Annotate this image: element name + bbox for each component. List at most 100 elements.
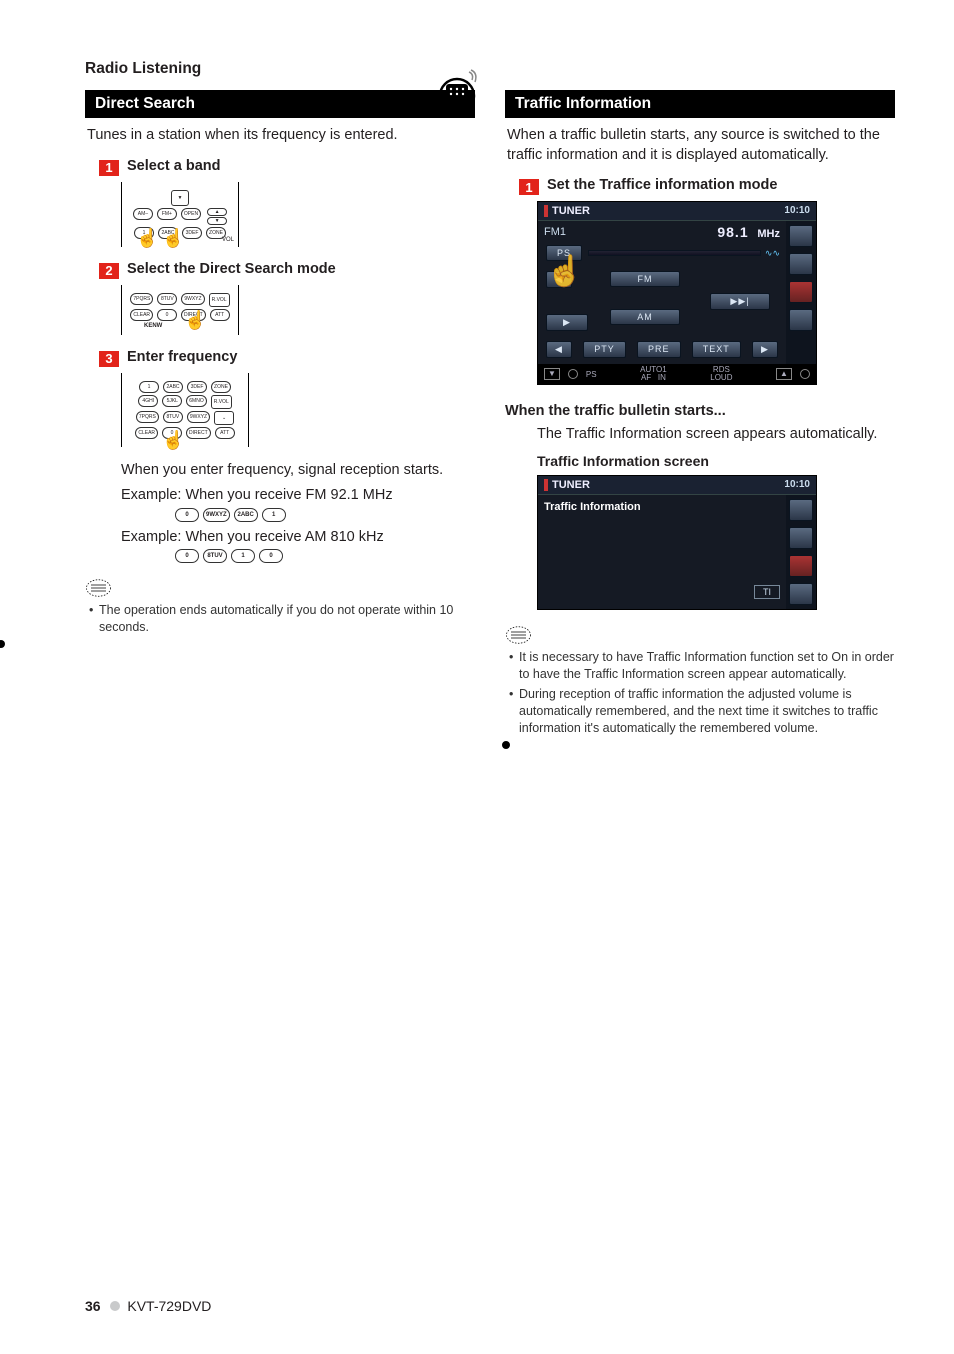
when-text: The Traffic Information screen appears a… <box>537 425 895 445</box>
seek-fwd-button[interactable]: ▶▶| <box>710 293 770 310</box>
scan-indicator: ∿∿ <box>765 248 780 259</box>
key-8[interactable]: 8TUV <box>163 411 183 423</box>
key-6[interactable]: 6MNO <box>186 395 206 407</box>
key-7[interactable]: 7PQRS <box>130 293 153 305</box>
page-prev-button[interactable]: ◀ <box>546 341 572 358</box>
key-0[interactable]: 0 <box>157 309 177 321</box>
left-column: Direct Search AUD Tunes in a station whe… <box>85 90 475 749</box>
ps-button[interactable]: PS <box>546 245 582 261</box>
step2-title: Select the Direct Search mode <box>127 261 336 277</box>
fm-button[interactable]: FM+ <box>157 208 177 220</box>
key-4[interactable]: 4GHI <box>138 395 158 407</box>
key-3[interactable]: 3DEF <box>182 227 202 239</box>
note-icon-r <box>505 624 895 649</box>
am-mode-button[interactable]: AM <box>610 309 680 325</box>
step-r1-title: Set the Traffice information mode <box>547 177 777 193</box>
step3-title: Enter frequency <box>127 349 237 365</box>
key-8[interactable]: 8TUV <box>157 293 177 305</box>
step1-title: Select a band <box>127 158 220 174</box>
status-af: AF <box>641 373 651 382</box>
text-button[interactable]: TEXT <box>692 341 741 358</box>
status-loud: LOUD <box>710 374 732 382</box>
section-title: Radio Listening <box>85 60 899 78</box>
vol-label: VOL <box>222 237 234 243</box>
frequency-unit: MHz <box>757 228 780 240</box>
prev-preset-button[interactable]: ◀ <box>546 271 572 288</box>
status-up-icon[interactable]: ▲ <box>776 368 792 380</box>
side-button-1[interactable] <box>789 225 813 247</box>
seq-key: 0 <box>259 549 283 563</box>
hand-pointer-icon: ☝ <box>162 228 184 249</box>
direct-search-title: Direct Search <box>95 95 195 112</box>
rvol-button[interactable]: R.VOL <box>211 395 232 409</box>
att-button[interactable]: ATT <box>210 309 230 321</box>
step-number-3: 3 <box>99 351 119 367</box>
product-name: KVT-729DVD <box>127 1298 211 1314</box>
example2-label: Example: When you receive AM 810 kHz <box>121 528 475 548</box>
example1-label: Example: When you receive FM 92.1 MHz <box>121 486 475 506</box>
screen-title: TUNER <box>552 205 590 217</box>
side-button-4[interactable] <box>789 309 813 331</box>
seq-key: 1 <box>231 549 255 563</box>
direct-search-bar: Direct Search AUD <box>85 90 475 118</box>
key-5[interactable]: 5JKL <box>162 395 182 407</box>
att-button[interactable]: ATT <box>215 427 235 439</box>
fm-mode-button[interactable]: FM <box>610 271 680 287</box>
side-button-4b[interactable] <box>789 583 813 605</box>
note-item: During reception of traffic information … <box>507 686 895 737</box>
seq-key: 0 <box>175 549 199 563</box>
ti-button[interactable]: TI <box>754 585 780 599</box>
footer-dot-icon <box>110 1301 120 1311</box>
key-7[interactable]: 7PQRS <box>136 411 159 423</box>
page-number: 36 <box>85 1298 101 1314</box>
side-button-3[interactable] <box>789 281 813 303</box>
step-number-1: 1 <box>99 160 119 176</box>
traffic-info-bar: Traffic Information <box>505 90 895 118</box>
note-item: It is necessary to have Traffic Informat… <box>507 649 895 683</box>
status-in: IN <box>658 373 666 382</box>
side-button-2[interactable] <box>789 253 813 275</box>
right-column: Traffic Information When a traffic bulle… <box>505 90 895 749</box>
remote-step3: 1 2ABC 3DEF ZONE 4GHI 5JKL 6MNO R.VOL 7P… <box>121 373 249 447</box>
side-button-3b[interactable] <box>789 555 813 577</box>
band-label: FM1 <box>544 226 566 238</box>
status-down-icon[interactable]: ▼ <box>544 368 560 380</box>
zone-button[interactable]: ZONE <box>211 381 231 393</box>
traffic-body-title: Traffic Information <box>544 501 780 513</box>
brand-label: KENW <box>130 323 230 329</box>
key-9[interactable]: 9WXYZ <box>181 293 204 305</box>
step-number-2: 2 <box>99 263 119 279</box>
key-9[interactable]: 9WXYZ <box>187 411 210 423</box>
vol-down-icon[interactable]: ▼ <box>207 217 227 225</box>
am-button[interactable]: AM– <box>133 208 153 220</box>
tuner-screen: TUNER 10:10 FM1 98.1 MHz PS <box>537 201 817 385</box>
traffic-info-title: Traffic Information <box>515 95 651 112</box>
key-3[interactable]: 3DEF <box>187 381 207 393</box>
next-preset-button[interactable]: ▶ <box>546 314 588 331</box>
status-ps: PS <box>586 370 597 379</box>
down-icon[interactable]: ⌄ <box>214 411 234 425</box>
left-notes: The operation ends automatically if you … <box>87 602 475 636</box>
rvol-button[interactable]: R.VOL <box>209 293 230 307</box>
page-next-button[interactable]: ▶ <box>752 341 778 358</box>
example1-keys: 0 9WXYZ 2ABC 1 <box>175 508 475 522</box>
example2-keys: 0 8TUV 1 0 <box>175 549 475 563</box>
nav-down-icon: ▼ <box>171 190 189 206</box>
direct-button[interactable]: DIRECT <box>186 427 211 439</box>
vol-up-icon[interactable]: ▲ <box>207 208 227 216</box>
traffic-intro: When a traffic bulletin starts, any sour… <box>505 126 895 165</box>
pre-button[interactable]: PRE <box>637 341 681 358</box>
side-button-1b[interactable] <box>789 499 813 521</box>
side-button-2b[interactable] <box>789 527 813 549</box>
remote-step2: 7PQRS 8TUV 9WXYZ R.VOL CLEAR 0 DIRECT AT… <box>121 285 239 335</box>
clear-button[interactable]: CLEAR <box>135 427 158 439</box>
side-dot-icon <box>0 640 5 648</box>
right-notes: It is necessary to have Traffic Informat… <box>507 649 895 737</box>
open-button[interactable]: OPEN <box>181 208 201 220</box>
clear-button[interactable]: CLEAR <box>130 309 153 321</box>
pty-button[interactable]: PTY <box>583 341 626 358</box>
key-2[interactable]: 2ABC <box>163 381 183 393</box>
traffic-screen: TUNER 10:10 Traffic Information TI <box>537 475 817 610</box>
when-heading: When the traffic bulletin starts... <box>505 403 895 419</box>
key-1[interactable]: 1 <box>139 381 159 393</box>
